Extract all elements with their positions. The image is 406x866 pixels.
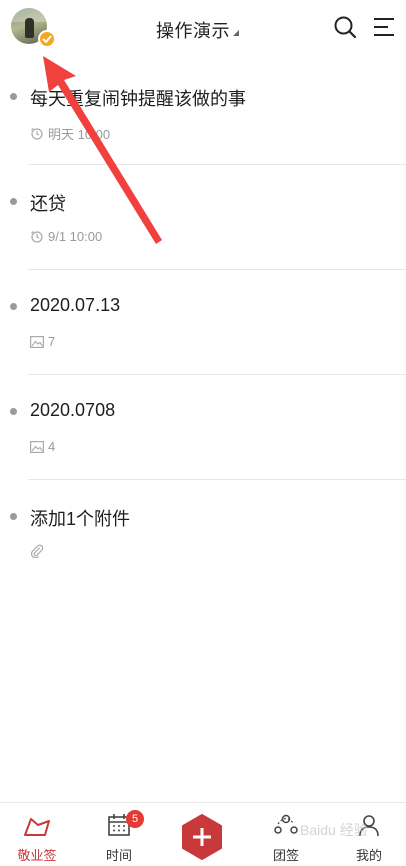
note-item[interactable]: 每天重复闹钟提醒该做的事 明天 10:00 bbox=[0, 60, 406, 165]
note-meta-text: 4 bbox=[48, 439, 56, 454]
paperclip-icon bbox=[30, 544, 44, 558]
unread-badge: 5 bbox=[126, 810, 144, 828]
add-hexagon-icon bbox=[182, 814, 222, 860]
menu-button[interactable] bbox=[372, 15, 396, 39]
note-meta-text: 9/1 10:00 bbox=[48, 229, 103, 244]
note-meta: 明天 10:00 bbox=[30, 124, 110, 143]
nav-label: 我的 bbox=[355, 848, 382, 863]
note-title: 2020.0708 bbox=[30, 400, 116, 420]
alarm-repeat-icon bbox=[31, 127, 43, 140]
note-item[interactable]: 添加1个附件 bbox=[0, 480, 406, 585]
note-meta: 4 bbox=[30, 439, 55, 454]
note-meta-text: 7 bbox=[48, 334, 56, 349]
search-icon bbox=[334, 16, 357, 39]
note-list: 每天重复闹钟提醒该做的事 明天 10:00 还贷 9/1 10:00 2020. bbox=[0, 60, 406, 585]
note-meta: 7 bbox=[30, 334, 55, 349]
note-item[interactable]: 还贷 9/1 10:00 bbox=[0, 165, 406, 270]
bullet-dot bbox=[10, 198, 17, 205]
note-title: 2020.07.13 bbox=[30, 295, 121, 315]
note-meta-text: 明天 10:00 bbox=[48, 127, 111, 142]
nav-label: 时间 bbox=[105, 848, 132, 863]
bullet-dot bbox=[10, 408, 17, 415]
add-note-button[interactable] bbox=[180, 813, 224, 861]
note-meta bbox=[30, 544, 48, 558]
vip-check-icon bbox=[38, 30, 56, 48]
top-bar: 操作演示 bbox=[0, 0, 406, 58]
nav-tab-notes[interactable]: 敬业签 bbox=[0, 803, 77, 866]
menu-lines-icon bbox=[374, 18, 394, 36]
nav-label: 团签 bbox=[272, 848, 299, 863]
nav-label: 敬业签 bbox=[17, 848, 57, 863]
bullet-dot bbox=[10, 93, 17, 100]
alarm-repeat-icon bbox=[31, 230, 43, 243]
note-meta: 9/1 10:00 bbox=[30, 229, 102, 244]
bullet-dot bbox=[10, 513, 17, 520]
image-icon bbox=[30, 440, 44, 453]
search-button[interactable] bbox=[332, 14, 358, 40]
nav-tab-time[interactable]: 5 时间 bbox=[79, 803, 159, 866]
avatar-figure bbox=[25, 18, 34, 38]
note-title: 还贷 bbox=[30, 194, 66, 214]
note-title: 每天重复闹钟提醒该做的事 bbox=[30, 89, 246, 109]
watermark: Baidu 经验 bbox=[300, 822, 368, 838]
note-tab-icon bbox=[24, 818, 50, 836]
title-dropdown-caret-icon[interactable] bbox=[233, 30, 239, 36]
note-item[interactable]: 2020.0708 4 bbox=[0, 375, 406, 480]
bullet-dot bbox=[10, 303, 17, 310]
team-icon bbox=[274, 814, 298, 834]
note-title: 添加1个附件 bbox=[30, 509, 131, 529]
note-item[interactable]: 2020.07.13 7 bbox=[0, 270, 406, 375]
image-icon bbox=[30, 335, 44, 348]
page-title[interactable]: 操作演示 bbox=[156, 17, 230, 43]
